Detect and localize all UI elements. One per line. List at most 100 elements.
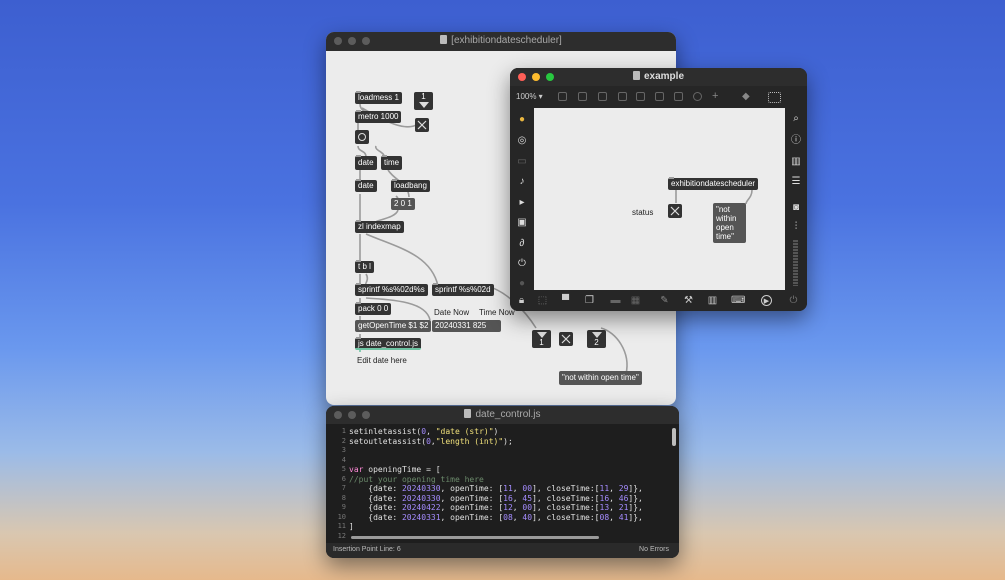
toolbar-icon[interactable]: ▬ bbox=[610, 295, 621, 306]
error-status: No Errors bbox=[639, 546, 669, 553]
line-number: 7 bbox=[341, 484, 346, 492]
music-note-icon[interactable]: ♪ bbox=[516, 176, 528, 188]
document-icon bbox=[464, 409, 472, 418]
metro-object[interactable]: metro 1000 bbox=[355, 110, 402, 123]
edit-date-comment: Edit date here bbox=[357, 356, 407, 365]
wrench-icon[interactable]: ⚒ bbox=[683, 295, 694, 306]
line-number: 12 bbox=[337, 531, 346, 540]
horizontal-scrollbar[interactable] bbox=[351, 536, 599, 539]
line-number: 9 bbox=[341, 503, 346, 511]
sprintf-object-2[interactable]: sprintf %s%02d bbox=[432, 283, 494, 296]
bottom-toolbar: 🔒︎ ⬚ ▀ ❐ ▬ ▦ ✎ ⚒ ▥ ⌨ ▶ ⏻ bbox=[510, 290, 807, 311]
example-window: example 100% ▾ + ◆ ● ◎ ▭ ♪ ▸ ▣ ∂ ⏻ ● exh bbox=[510, 68, 807, 311]
date-now-comment: Date Now bbox=[434, 308, 470, 317]
comment-icon[interactable] bbox=[598, 92, 607, 101]
keyboard-icon[interactable]: ⌨ bbox=[731, 295, 745, 306]
toolbar-icon[interactable] bbox=[655, 92, 664, 101]
date-object[interactable]: date bbox=[355, 155, 377, 170]
windows-icon[interactable]: ❐ bbox=[584, 295, 595, 306]
dial-icon[interactable] bbox=[693, 92, 702, 101]
code-text: {date: 20240330, openTime: [11, 00], clo… bbox=[349, 484, 643, 493]
sprintf-object-1[interactable]: sprintf %s%02d%s bbox=[355, 283, 428, 296]
camera-icon[interactable]: ◙ bbox=[790, 202, 802, 214]
not-within-open-time-message[interactable]: "not within open time" bbox=[559, 371, 642, 385]
info-icon[interactable]: ⓘ bbox=[790, 135, 802, 147]
output-message[interactable]: "not within open time" bbox=[713, 203, 746, 243]
example-toolbar: 100% ▾ + ◆ bbox=[510, 86, 807, 108]
trigger-object[interactable]: t b l bbox=[355, 260, 374, 273]
book-icon[interactable]: ▥ bbox=[790, 156, 802, 168]
piano-icon[interactable]: ▥ bbox=[707, 295, 718, 306]
toggle-top[interactable] bbox=[415, 118, 429, 132]
status-toggle[interactable] bbox=[668, 204, 682, 218]
line-number: 4 bbox=[341, 455, 346, 464]
toolbar-icon[interactable] bbox=[558, 92, 567, 101]
zoom-select[interactable]: 100% ▾ bbox=[516, 92, 543, 101]
number-box-out1[interactable]: 1 bbox=[532, 330, 551, 348]
target-icon[interactable]: ◎ bbox=[516, 135, 528, 147]
code-text: //put your opening time here bbox=[349, 474, 484, 484]
grid-icon[interactable]: ▦ bbox=[630, 295, 641, 306]
code-text: var openingTime = [ bbox=[349, 465, 441, 474]
code-area[interactable]: 1 setinletassist(0, "date (str)") 2 setoutl… bbox=[326, 425, 679, 543]
date-time-message[interactable]: 20240331 825 bbox=[432, 320, 501, 332]
patcher-titlebar[interactable]: [exhibitiondatescheduler] bbox=[326, 32, 676, 51]
toggle-out[interactable] bbox=[559, 332, 573, 346]
lock-icon[interactable]: 🔒︎ bbox=[516, 295, 527, 306]
line-number: 6 bbox=[341, 474, 346, 483]
example-canvas[interactable]: exhibitiondatescheduler status "not with… bbox=[534, 108, 785, 290]
zl-indexmap-object[interactable]: zl indexmap bbox=[355, 220, 404, 233]
sliders-icon[interactable]: ⫶ bbox=[790, 221, 802, 233]
loadbang-object[interactable]: loadbang bbox=[391, 179, 430, 192]
code-text: {date: 20240331, openTime: [08, 40], clo… bbox=[349, 512, 643, 522]
line-number: 10 bbox=[337, 512, 346, 521]
loadmess-object[interactable]: loadmess 1 bbox=[355, 91, 402, 104]
debug-icon[interactable]: ✎ bbox=[659, 295, 670, 306]
editor-titlebar[interactable]: date_control.js bbox=[326, 406, 679, 424]
line-number: 8 bbox=[341, 493, 346, 502]
exhibitiondatescheduler-object[interactable]: exhibitiondatescheduler bbox=[668, 177, 759, 190]
message-201[interactable]: 2 0 1 bbox=[391, 198, 415, 210]
code-text: setoutletassist(0,"length (int)"); bbox=[349, 436, 513, 446]
code-text: setinletassist(0, "date (str)") bbox=[349, 427, 499, 436]
bang-button[interactable] bbox=[355, 130, 369, 144]
toolbar-icon[interactable] bbox=[636, 92, 645, 101]
edit-mode-icon[interactable]: ⬚ bbox=[537, 295, 548, 306]
paperclip-icon[interactable]: ∂ bbox=[516, 238, 528, 250]
number-box-top[interactable]: 1 bbox=[414, 92, 433, 110]
play-step-icon[interactable]: ▸ bbox=[516, 197, 528, 209]
code-text: {date: 20240422, openTime: [12, 00], clo… bbox=[349, 503, 643, 512]
code-text: ] bbox=[349, 522, 354, 531]
panel-icon[interactable]: ▭ bbox=[516, 156, 528, 168]
cubes-icon[interactable]: ● bbox=[516, 114, 528, 126]
plus-icon[interactable]: + bbox=[712, 91, 721, 102]
toolbar-icon[interactable] bbox=[674, 92, 683, 101]
number-box-out2[interactable]: 2 bbox=[587, 330, 606, 348]
getopentime-message[interactable]: getOpenTime $1 $2 bbox=[355, 320, 432, 332]
search-icon[interactable]: ⌕ bbox=[790, 113, 802, 125]
js-editor-window: date_control.js 1 setinletassist(0, "date… bbox=[326, 406, 679, 558]
line-number: 3 bbox=[341, 446, 346, 454]
insertion-point-status: Insertion Point Line: 6 bbox=[333, 546, 401, 553]
document-icon bbox=[440, 35, 448, 44]
level-meter bbox=[793, 240, 798, 286]
pack-object[interactable]: pack 0 0 bbox=[355, 302, 392, 315]
vertical-scrollbar[interactable] bbox=[672, 428, 676, 446]
code-text: {date: 20240330, openTime: [16, 45], clo… bbox=[349, 493, 643, 503]
toolbar-icon[interactable] bbox=[578, 92, 587, 101]
toggle-icon[interactable] bbox=[618, 92, 627, 101]
image-icon[interactable]: ▣ bbox=[516, 217, 528, 229]
list-icon[interactable]: ☰ bbox=[790, 176, 802, 188]
grid-icon[interactable] bbox=[768, 92, 781, 103]
plug-icon[interactable]: ⏻ bbox=[516, 258, 528, 270]
js-object[interactable]: js date_control.js bbox=[355, 337, 422, 350]
presentation-icon[interactable]: ▀ bbox=[560, 295, 571, 306]
line-number: 11 bbox=[337, 522, 346, 530]
date-object-2[interactable]: date bbox=[355, 179, 377, 192]
paint-icon[interactable]: ◆ bbox=[742, 92, 751, 102]
example-titlebar[interactable]: example bbox=[510, 68, 807, 86]
info-circle-icon[interactable]: ● bbox=[516, 278, 528, 290]
play-icon[interactable]: ▶ bbox=[761, 295, 772, 306]
power-icon[interactable]: ⏻ bbox=[788, 295, 799, 306]
time-object[interactable]: time bbox=[381, 155, 403, 170]
